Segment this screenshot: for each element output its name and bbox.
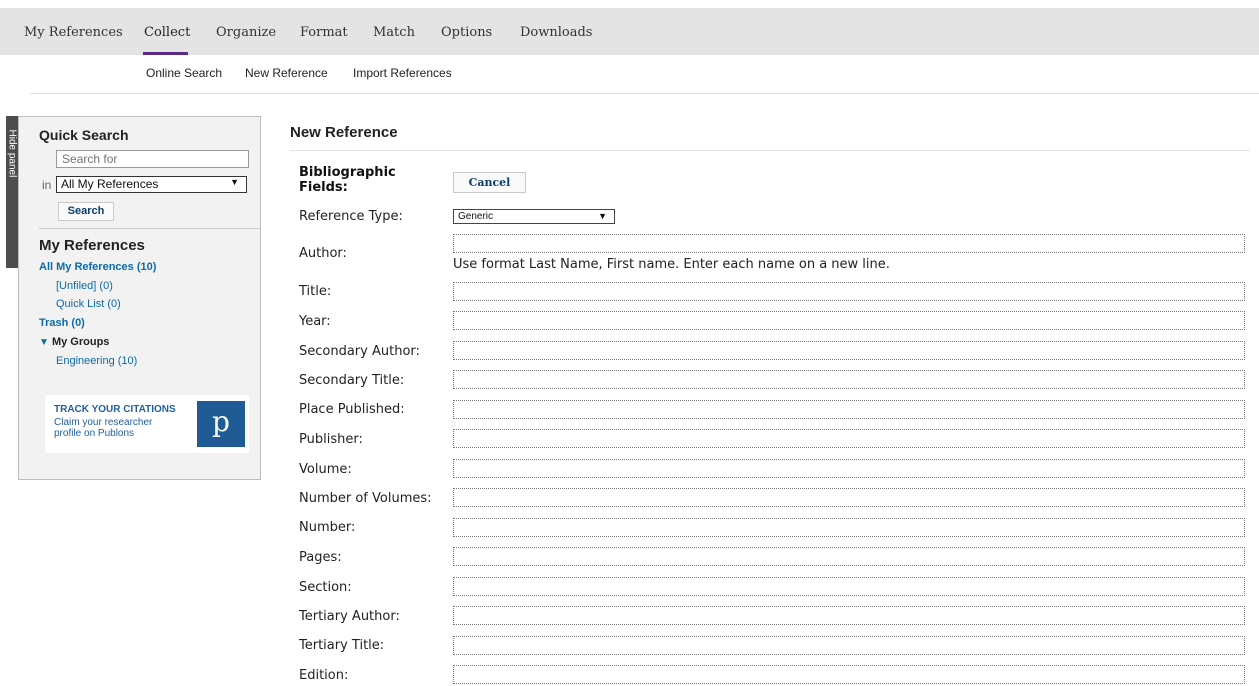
side-divider <box>39 228 260 229</box>
pages-field[interactable] <box>453 547 1245 566</box>
field-label: Secondary Author: <box>299 344 420 359</box>
field-label: Secondary Title: <box>299 373 405 388</box>
field-label: Number of Volumes: <box>299 491 432 506</box>
author-label: Author: <box>299 246 347 261</box>
author-hint: Use format Last Name, First name. Enter … <box>453 257 890 272</box>
tab-options[interactable]: Options <box>441 25 492 40</box>
reference-type-label: Reference Type: <box>299 209 403 224</box>
promo-headline: TRACK YOUR CITATIONS <box>54 404 176 415</box>
subnav-import-references[interactable]: Import References <box>353 66 452 80</box>
search-button[interactable]: Search <box>58 202 114 221</box>
my-references-title: My References <box>39 237 145 254</box>
field-label: Edition: <box>299 668 349 683</box>
field-label: Number: <box>299 520 356 535</box>
field-label: Place Published: <box>299 402 405 417</box>
active-tab-indicator <box>143 52 188 55</box>
cancel-button[interactable]: Cancel <box>453 172 526 193</box>
hide-panel-tab[interactable]: Hide panel <box>6 116 18 268</box>
search-input[interactable] <box>56 150 249 168</box>
side-panel: Quick Search in All My References ▼ Sear… <box>18 116 261 480</box>
field-label: Tertiary Title: <box>299 638 385 653</box>
triangle-down-icon: ▼ <box>39 337 49 348</box>
title-field[interactable] <box>453 282 1245 301</box>
top-navigation-bar: My References Collect Organize Format Ma… <box>0 8 1259 55</box>
bibliographic-fields-heading: Bibliographic Fields: <box>299 165 396 195</box>
secondary-author-field[interactable] <box>453 341 1245 360</box>
secondary-title-field[interactable] <box>453 370 1245 389</box>
section-field[interactable] <box>453 577 1245 596</box>
edition-field[interactable] <box>453 665 1245 684</box>
publons-logo-icon: p <box>197 401 245 447</box>
tertiary-author-field[interactable] <box>453 606 1245 625</box>
reference-type-value: Generic <box>458 211 494 222</box>
search-scope-select[interactable]: All My References ▼ <box>56 176 247 193</box>
author-field[interactable] <box>453 234 1245 253</box>
unfiled-link[interactable]: [Unfiled] (0) <box>56 280 113 292</box>
place-published-field[interactable] <box>453 400 1245 419</box>
field-label: Year: <box>299 314 331 329</box>
tab-downloads[interactable]: Downloads <box>520 25 592 40</box>
year-field[interactable] <box>453 311 1245 330</box>
subnav-online-search[interactable]: Online Search <box>146 66 222 80</box>
title-divider <box>290 150 1250 151</box>
all-my-references-link[interactable]: All My References (10) <box>39 261 156 273</box>
publisher-field[interactable] <box>453 429 1245 448</box>
hide-panel-label: Hide panel <box>6 129 18 178</box>
page-title: New Reference <box>290 124 398 141</box>
group-engineering-link[interactable]: Engineering (10) <box>56 355 137 367</box>
publons-promo-banner[interactable]: TRACK YOUR CITATIONS Claim your research… <box>45 395 249 453</box>
my-groups-label: My Groups <box>51 336 110 348</box>
volume-field[interactable] <box>453 459 1245 478</box>
tab-format[interactable]: Format <box>300 25 348 40</box>
quick-list-link[interactable]: Quick List (0) <box>56 298 121 310</box>
tab-collect[interactable]: Collect <box>144 25 190 40</box>
tab-organize[interactable]: Organize <box>216 25 276 40</box>
field-label: Publisher: <box>299 432 363 447</box>
field-label: Tertiary Author: <box>299 609 400 624</box>
field-label: Title: <box>299 284 332 299</box>
my-groups-toggle[interactable]: ▼ My Groups <box>39 336 109 348</box>
subnav-divider <box>30 93 1259 94</box>
quick-search-title: Quick Search <box>39 127 129 143</box>
reference-type-select[interactable]: Generic ▼ <box>453 209 615 224</box>
field-label: Section: <box>299 580 352 595</box>
field-label: Pages: <box>299 550 342 565</box>
promo-body: Claim your researcher profile on Publons <box>54 417 153 439</box>
dropdown-arrow-icon: ▼ <box>598 211 607 221</box>
search-scope-value: All My References <box>61 177 159 191</box>
number-of-volumes-field[interactable] <box>453 488 1245 507</box>
trash-link[interactable]: Trash (0) <box>39 317 85 329</box>
search-scope-label: in <box>42 178 52 192</box>
tertiary-title-field[interactable] <box>453 636 1245 655</box>
dropdown-arrow-icon: ▼ <box>230 177 239 187</box>
subnav-new-reference[interactable]: New Reference <box>245 66 328 80</box>
number-field[interactable] <box>453 518 1245 537</box>
tab-match[interactable]: Match <box>373 25 415 40</box>
field-label: Volume: <box>299 462 352 477</box>
tab-my-references[interactable]: My References <box>24 25 123 40</box>
